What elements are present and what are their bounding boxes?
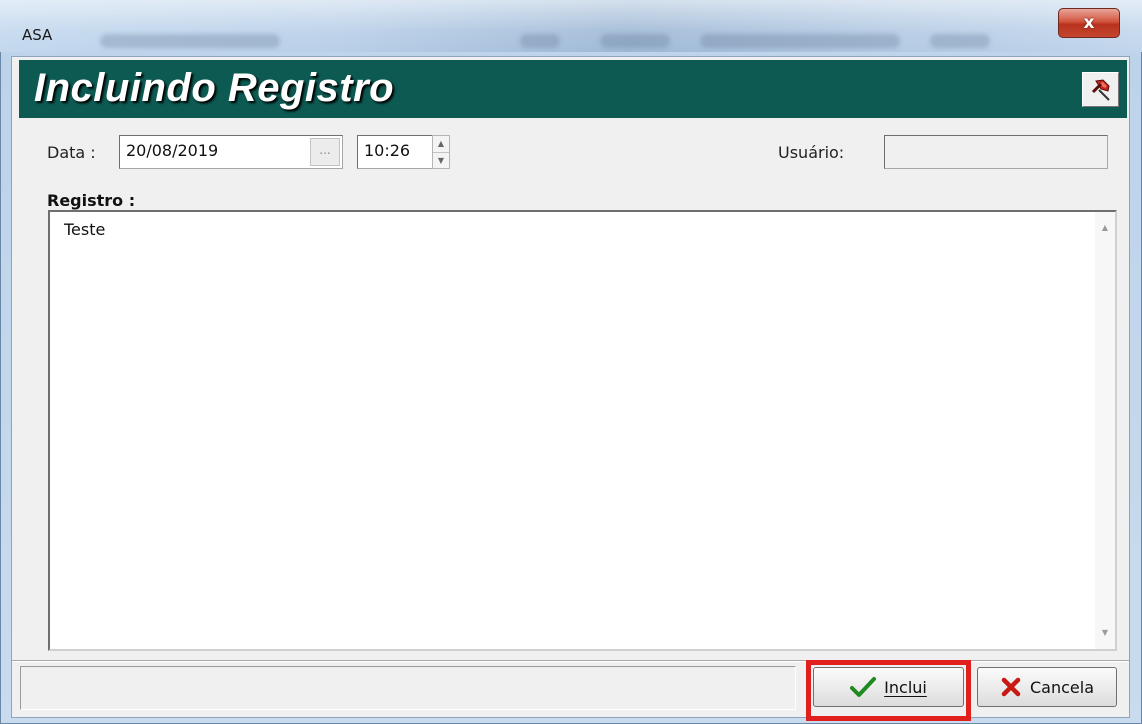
time-field[interactable]: 10:26 [357, 135, 433, 169]
background-blur [520, 34, 560, 48]
background-blur [930, 34, 990, 48]
close-icon: x [1083, 13, 1095, 33]
usuario-label: Usuário: [778, 143, 845, 162]
registro-text: Teste [64, 220, 106, 239]
background-blur [600, 34, 670, 48]
spin-down-icon[interactable]: ▼ [433, 152, 449, 169]
status-panel [20, 666, 796, 710]
title-bar[interactable] [0, 0, 1142, 52]
scroll-up-icon[interactable]: ▲ [1095, 218, 1115, 238]
spin-up-icon[interactable]: ▲ [433, 136, 449, 152]
page-title: Incluindo Registro [34, 66, 395, 110]
date-picker-button[interactable]: ... [310, 138, 340, 166]
time-spinner[interactable]: ▲ ▼ [432, 135, 450, 169]
pushpin-icon [1091, 78, 1110, 101]
pin-button[interactable] [1082, 72, 1119, 107]
date-label: Data : [47, 143, 96, 162]
cancela-button[interactable]: Cancela [977, 667, 1117, 707]
registro-label: Registro : [47, 191, 136, 210]
cancela-label: Cancela [1029, 677, 1094, 697]
scroll-down-icon[interactable]: ▼ [1095, 623, 1115, 643]
x-mark-icon [1001, 677, 1021, 697]
registro-textarea[interactable]: Teste ▲ ▼ [48, 210, 1117, 651]
background-blur [100, 34, 280, 48]
usuario-field[interactable] [884, 135, 1108, 169]
background-blur [700, 34, 900, 48]
close-button[interactable]: x [1058, 8, 1120, 38]
highlight-box [806, 660, 971, 721]
window-title: ASA [22, 26, 53, 44]
vertical-scrollbar[interactable]: ▲ ▼ [1095, 212, 1115, 649]
